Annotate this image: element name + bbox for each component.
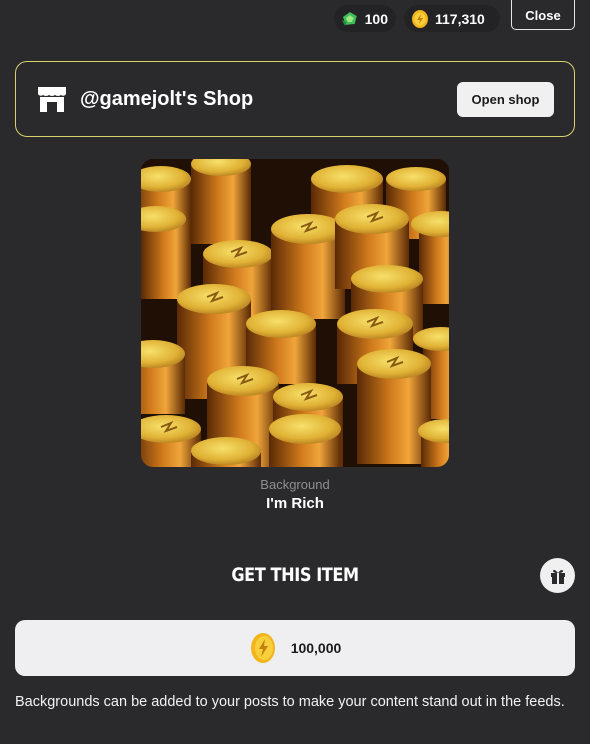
- gems-balance: 100: [334, 5, 396, 32]
- shop-card: @gamejolt's Shop Open shop: [15, 61, 575, 137]
- coins-balance: 117,310: [404, 5, 500, 32]
- coins-count: 117,310: [435, 10, 485, 27]
- close-button[interactable]: Close: [511, 0, 575, 30]
- gift-button[interactable]: [540, 558, 575, 593]
- shop-title: @gamejolt's Shop: [80, 87, 254, 110]
- purchase-button[interactable]: 100,000: [15, 620, 575, 676]
- coin-icon: [412, 9, 428, 28]
- gems-count: 100: [364, 10, 388, 27]
- top-bar: 100 117,310 Close: [0, 0, 590, 40]
- open-shop-button[interactable]: Open shop: [457, 82, 554, 117]
- item-description: Backgrounds can be added to your posts t…: [15, 694, 565, 710]
- gift-icon: [550, 569, 565, 584]
- item-type-label: Background: [260, 477, 330, 492]
- gem-icon: [341, 11, 357, 26]
- coin-icon: [250, 633, 275, 663]
- price-label: 100,000: [290, 640, 342, 656]
- item-preview-image: [141, 159, 449, 467]
- get-item-heading: GET THIS ITEM: [231, 564, 359, 586]
- store-icon: [38, 87, 66, 112]
- coin-stacks-illustration: [141, 159, 449, 467]
- item-name: I'm Rich: [266, 495, 324, 512]
